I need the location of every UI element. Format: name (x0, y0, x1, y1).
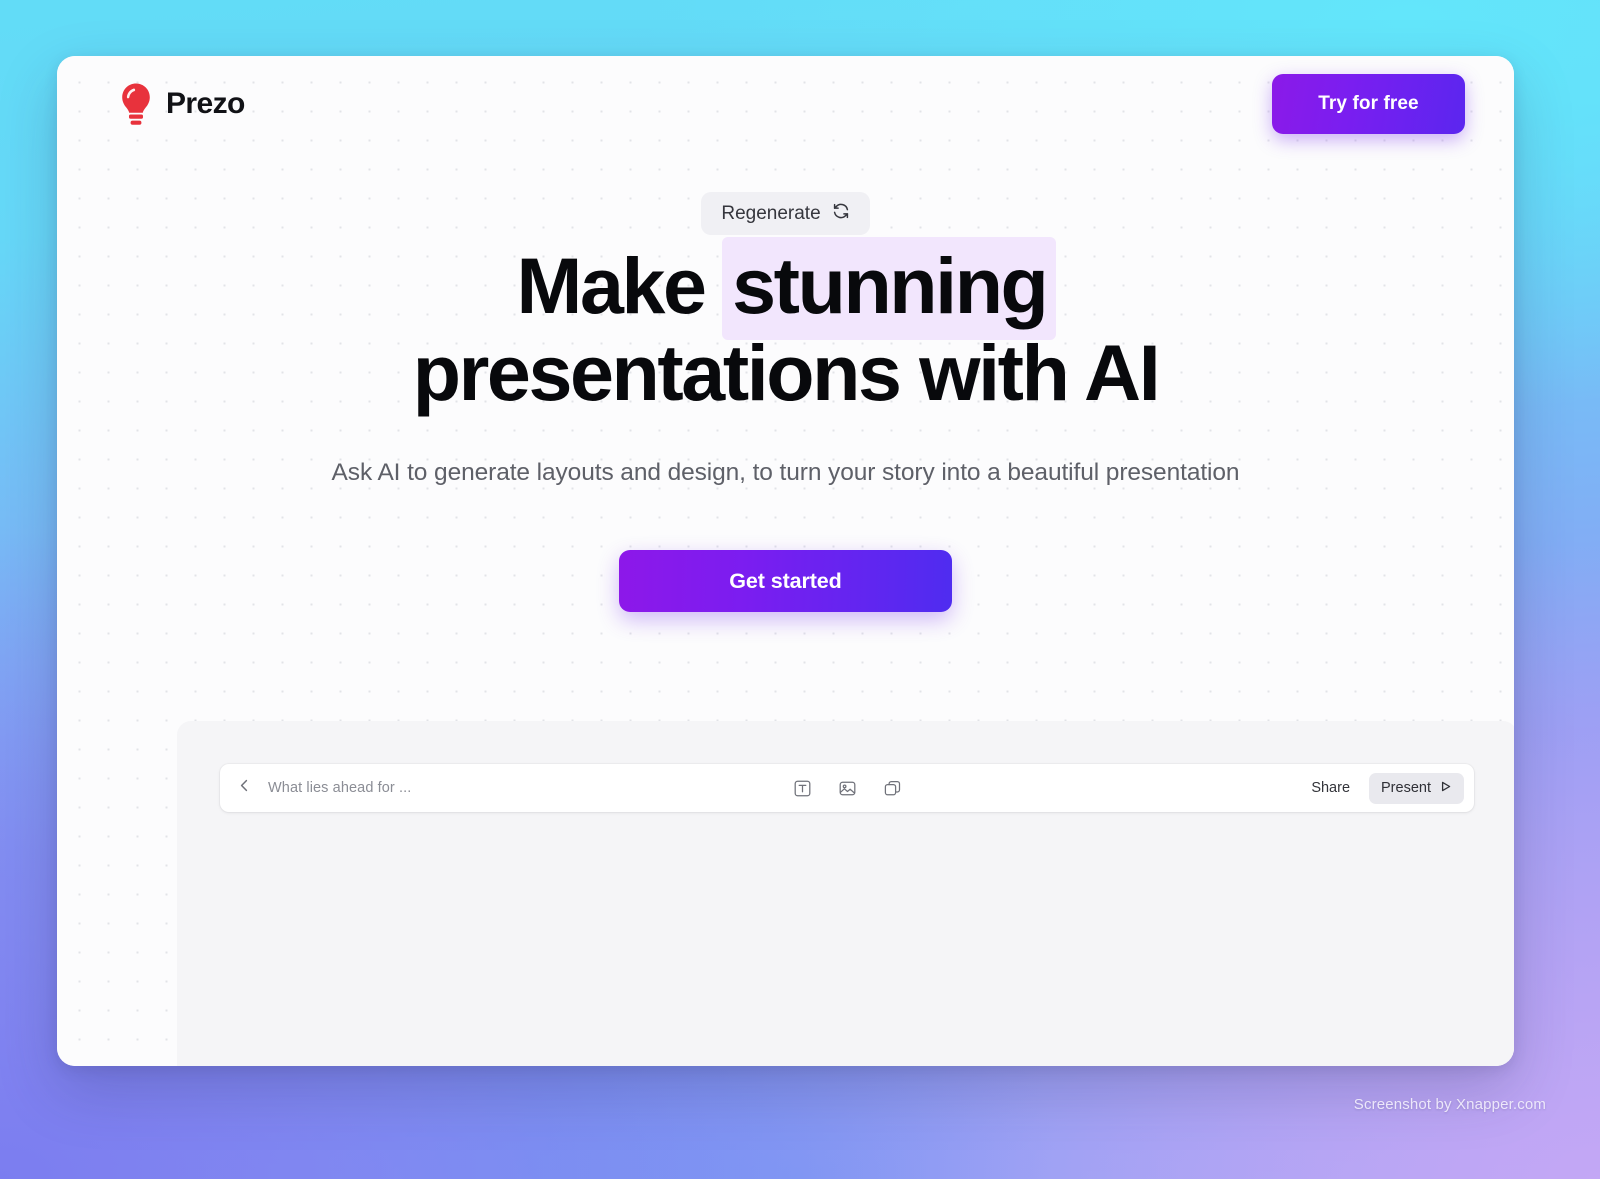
headline-line2: presentations with AI (412, 327, 1161, 417)
desktop-background: Prezo Try for free Regenerate Make stunn… (0, 0, 1600, 1179)
brand-logo[interactable]: Prezo (119, 82, 245, 126)
try-for-free-button[interactable]: Try for free (1272, 74, 1465, 134)
xnapper-watermark: Screenshot by Xnapper.com (1353, 1096, 1546, 1113)
get-started-button[interactable]: Get started (619, 550, 952, 613)
top-navigation-bar: Prezo Try for free (57, 56, 1514, 152)
present-button[interactable]: Present (1369, 772, 1464, 804)
share-button[interactable]: Share (1298, 773, 1363, 803)
shape-tool-icon[interactable] (880, 776, 904, 800)
play-icon (1439, 780, 1452, 797)
chevron-left-icon[interactable] (237, 778, 252, 798)
lightbulb-icon (119, 82, 153, 126)
editor-preview-panel: What lies ahead for ... Share Present (177, 721, 1514, 1066)
editor-tool-group (790, 776, 904, 800)
editor-toolbar: What lies ahead for ... Share Present (220, 764, 1474, 812)
refresh-icon (832, 202, 850, 226)
regenerate-label: Regenerate (721, 202, 821, 224)
headline-highlight: stunning (722, 237, 1057, 340)
present-label: Present (1381, 780, 1431, 796)
text-tool-icon[interactable] (790, 776, 814, 800)
page-subtitle: Ask AI to generate layouts and design, t… (331, 459, 1240, 487)
image-tool-icon[interactable] (835, 776, 859, 800)
editor-toolbar-right: Share Present (1298, 772, 1464, 804)
hero-section: Regenerate Make stunning presentations w… (57, 152, 1514, 613)
regenerate-button[interactable]: Regenerate (701, 192, 870, 235)
page-title: Make stunning presentations with AI (412, 237, 1161, 417)
app-window: Prezo Try for free Regenerate Make stunn… (57, 56, 1514, 1066)
brand-name: Prezo (166, 87, 245, 120)
headline-part1: Make (516, 241, 707, 330)
editor-toolbar-left: What lies ahead for ... (220, 778, 411, 798)
deck-title[interactable]: What lies ahead for ... (268, 780, 411, 796)
